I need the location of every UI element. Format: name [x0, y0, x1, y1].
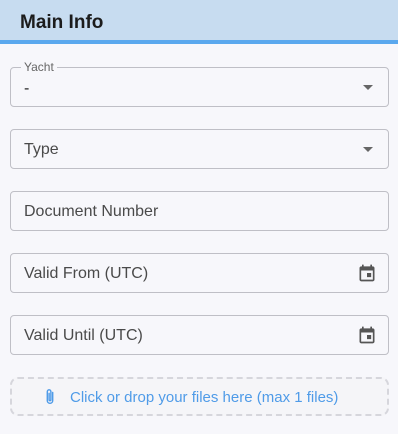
yacht-value: - — [24, 80, 30, 97]
valid-from-input[interactable]: Valid From (UTC) — [10, 253, 389, 293]
file-dropzone[interactable]: Click or drop your files here (max 1 fil… — [10, 377, 389, 416]
yacht-select[interactable]: Yacht - — [10, 60, 389, 107]
type-placeholder: Type — [24, 141, 59, 158]
document-number-input[interactable]: Document Number — [10, 191, 389, 231]
calendar-icon[interactable] — [357, 325, 377, 345]
paperclip-icon — [46, 389, 54, 404]
dropzone-text: Click or drop your files here (max 1 fil… — [70, 389, 339, 406]
chevron-down-icon[interactable] — [363, 85, 373, 90]
section-title: Main Info — [20, 12, 104, 33]
valid-until-input[interactable]: Valid Until (UTC) — [10, 315, 389, 355]
type-select[interactable]: Type — [10, 129, 389, 169]
chevron-down-icon[interactable] — [363, 147, 373, 152]
calendar-icon[interactable] — [357, 263, 377, 283]
section-header: Main Info — [0, 0, 398, 44]
valid-from-placeholder: Valid From (UTC) — [24, 265, 149, 282]
yacht-label: Yacht — [21, 60, 57, 74]
valid-until-placeholder: Valid Until (UTC) — [24, 327, 143, 344]
document-number-placeholder: Document Number — [24, 203, 159, 220]
